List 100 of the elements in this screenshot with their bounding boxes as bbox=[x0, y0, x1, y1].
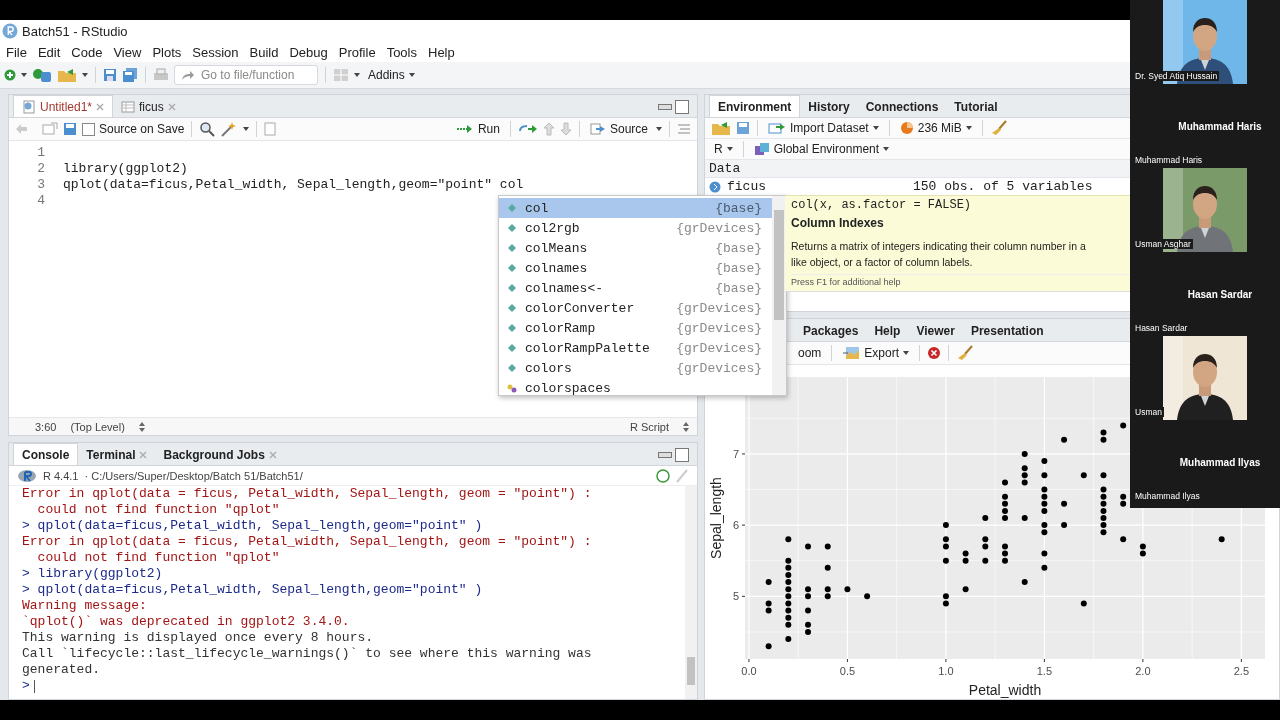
save-icon[interactable] bbox=[63, 122, 77, 136]
menu-item[interactable]: Tools bbox=[386, 44, 428, 60]
sort-arrows-icon[interactable] bbox=[138, 421, 145, 432]
console-tab[interactable]: Console bbox=[13, 443, 79, 465]
cursor-position: 3:60 bbox=[35, 420, 57, 433]
completion-item[interactable]: colorRamp {grDevices} bbox=[499, 318, 772, 338]
console-tab[interactable]: Terminal bbox=[78, 444, 156, 465]
caret-icon[interactable] bbox=[354, 73, 360, 77]
completion-item[interactable]: col {base} bbox=[499, 198, 772, 218]
scope-selector[interactable]: (Top Level) bbox=[70, 420, 125, 433]
menu-item[interactable]: File bbox=[6, 44, 38, 60]
outline-icon[interactable] bbox=[677, 123, 691, 135]
point bbox=[1100, 472, 1107, 479]
delete-icon[interactable] bbox=[927, 346, 942, 360]
variable-value: 150 obs. of 5 variables bbox=[913, 179, 1093, 194]
plots-pane-tab[interactable]: Presentation bbox=[962, 320, 1052, 341]
menu-item[interactable]: Plots bbox=[152, 44, 193, 60]
folder-icon[interactable] bbox=[711, 121, 731, 135]
save-icon[interactable] bbox=[103, 68, 117, 82]
environment-tab[interactable]: Environment bbox=[709, 95, 801, 117]
plots-pane-tab[interactable]: Viewer bbox=[908, 320, 963, 341]
working-directory-path[interactable]: · C:/Users/Super/Desktop/Batch 51/Batch51/ bbox=[84, 469, 303, 482]
minimize-icon[interactable] bbox=[658, 452, 672, 458]
caret-icon[interactable] bbox=[82, 73, 88, 77]
scrollbar[interactable] bbox=[772, 196, 786, 395]
close-icon[interactable] bbox=[96, 102, 105, 111]
completion-item[interactable]: colorspaces bbox=[499, 378, 772, 398]
participant-name: Usman bbox=[1133, 407, 1164, 417]
environment-tab[interactable]: Tutorial bbox=[946, 96, 1006, 117]
completion-item[interactable]: colorConverter {grDevices} bbox=[499, 298, 772, 318]
plots-pane-tab[interactable]: Packages bbox=[795, 320, 867, 341]
plots-pane-tab[interactable]: Help bbox=[866, 320, 909, 341]
line-number: 1 bbox=[36, 145, 46, 161]
environment-tab[interactable]: History bbox=[800, 96, 858, 117]
re-run-icon[interactable] bbox=[517, 123, 538, 135]
go-to-file-field[interactable]: Go to file/function bbox=[174, 65, 318, 85]
menu-item[interactable]: Build bbox=[249, 44, 290, 60]
caret-icon[interactable] bbox=[243, 127, 250, 131]
go-to-file-input[interactable]: Go to file/function bbox=[201, 68, 309, 82]
code-line[interactable]: library(ggplot2) bbox=[63, 161, 188, 177]
import-dataset-button[interactable]: Import Dataset bbox=[765, 120, 882, 136]
source-button[interactable]: Source bbox=[586, 121, 651, 137]
maximize-icon[interactable] bbox=[675, 448, 689, 462]
search-icon[interactable] bbox=[199, 121, 216, 137]
zoom-button[interactable]: oom bbox=[795, 345, 825, 361]
checkbox[interactable] bbox=[82, 122, 95, 136]
sort-arrows-icon[interactable] bbox=[683, 421, 689, 432]
minimize-icon[interactable] bbox=[658, 104, 672, 110]
console-line: could not find function "qplot" bbox=[36, 502, 281, 518]
tick-mark bbox=[1142, 658, 1144, 663]
print-icon[interactable] bbox=[153, 68, 169, 82]
menu-item[interactable]: Session bbox=[192, 44, 250, 60]
export-button[interactable]: Export bbox=[839, 345, 913, 361]
up-arrow-icon[interactable] bbox=[542, 122, 555, 136]
point bbox=[1021, 515, 1028, 521]
file-type-selector[interactable]: R Script bbox=[629, 420, 669, 433]
console-tab[interactable]: Background Jobs bbox=[155, 444, 285, 465]
environment-selector[interactable]: Global Environment bbox=[750, 141, 893, 157]
editor-tab[interactable]: ficus bbox=[113, 96, 184, 117]
maximize-icon[interactable] bbox=[675, 100, 689, 114]
console-prompt[interactable]: > bbox=[22, 678, 30, 694]
scrollbar[interactable] bbox=[685, 486, 697, 699]
folder-icon[interactable] bbox=[57, 68, 77, 82]
menu-item[interactable]: View bbox=[113, 44, 153, 60]
variable-name[interactable]: ficus bbox=[727, 179, 907, 194]
completion-item[interactable]: colMeans {base} bbox=[499, 238, 772, 258]
menu-item[interactable]: Code bbox=[71, 44, 114, 60]
language-selector[interactable]: R bbox=[711, 141, 736, 157]
menu-item[interactable]: Profile bbox=[338, 44, 387, 60]
close-icon[interactable] bbox=[139, 450, 148, 459]
close-icon[interactable] bbox=[268, 450, 277, 459]
console-line: Error in qplot(data = ficus, Petal_width, Sepal_length, geom = "point") : bbox=[22, 486, 593, 502]
completion-item[interactable]: colorRampPalette {grDevices} bbox=[499, 338, 772, 358]
point bbox=[1021, 450, 1028, 457]
point bbox=[1041, 564, 1048, 571]
new-project-icon[interactable] bbox=[32, 67, 52, 83]
new-file-icon[interactable] bbox=[4, 69, 16, 81]
console-line: Error in qplot(data = ficus, Petal_width, Sepal_length, geom = "point") : bbox=[22, 534, 593, 550]
completion-item[interactable]: col2rgb {grDevices} bbox=[499, 218, 772, 238]
editor-tab[interactable]: Untitled1* bbox=[13, 95, 114, 117]
completion-item[interactable]: colors {grDevices} bbox=[499, 358, 772, 378]
down-arrow-icon[interactable] bbox=[559, 122, 572, 136]
menu-item[interactable]: Edit bbox=[37, 44, 72, 60]
memory-usage-button[interactable]: 236 MiB bbox=[896, 120, 975, 136]
code-line[interactable]: qplot(data=ficus,Petal_width, Sepal_length,geom="point" col bbox=[63, 177, 524, 193]
caret-icon[interactable] bbox=[656, 127, 662, 131]
completion-item[interactable]: colnames<- {base} bbox=[499, 278, 772, 298]
save-all-icon[interactable] bbox=[122, 67, 138, 83]
environment-tab[interactable]: Connections bbox=[857, 96, 947, 117]
run-button[interactable]: Run bbox=[452, 121, 503, 137]
expand-icon[interactable] bbox=[709, 180, 721, 193]
caret-icon bbox=[883, 147, 890, 151]
point bbox=[1002, 479, 1008, 486]
menu-item[interactable]: Help bbox=[428, 44, 466, 60]
addins-button[interactable]: Addins bbox=[365, 67, 418, 83]
close-icon[interactable] bbox=[167, 102, 176, 111]
caret-icon[interactable] bbox=[21, 73, 27, 77]
completion-item[interactable]: colnames {base} bbox=[499, 258, 772, 278]
save-icon[interactable] bbox=[736, 121, 750, 135]
menu-item[interactable]: Debug bbox=[289, 44, 339, 60]
